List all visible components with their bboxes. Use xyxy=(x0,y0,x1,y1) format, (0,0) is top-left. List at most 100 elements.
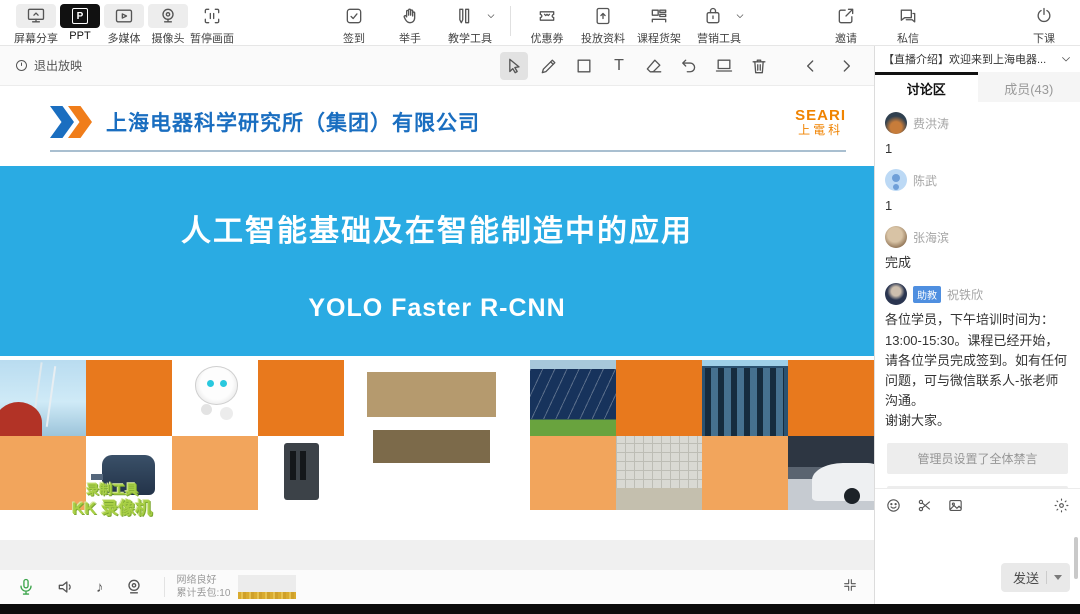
orange-tile-light xyxy=(530,436,616,510)
pause-screen-label: 暂停画面 xyxy=(190,30,234,46)
tab-discussion[interactable]: 讨论区 xyxy=(875,72,978,102)
invite-button[interactable]: 邀请 xyxy=(824,4,868,46)
music-button[interactable]: ♪ xyxy=(96,579,104,596)
ppt-button[interactable]: P PPT xyxy=(58,4,102,42)
end-class-button[interactable]: 下课 xyxy=(1022,4,1066,46)
chat-sidebar: 【直播介绍】欢迎来到上海电器... 讨论区 成员(43) 费洪涛 1 xyxy=(874,46,1080,604)
stage-background xyxy=(0,540,874,570)
chat-input-area: 发送 xyxy=(875,488,1080,604)
chat-message: 张海滨 完成 xyxy=(885,226,1070,273)
microphone-button[interactable] xyxy=(16,577,36,597)
end-class-icon xyxy=(1024,4,1064,28)
private-message-label: 私信 xyxy=(897,30,919,46)
camera-icon xyxy=(148,4,188,28)
orange-tile xyxy=(616,360,702,436)
toolbar-middle-group: 签到 举手 教学工具 xyxy=(326,4,751,46)
webcam-button[interactable] xyxy=(124,577,144,597)
status-divider xyxy=(164,577,165,597)
next-page-button[interactable] xyxy=(832,52,860,80)
chat-message-list[interactable]: 费洪涛 1 陈武 1 张海滨 完成 xyxy=(875,102,1080,488)
sender-name: 张海滨 xyxy=(913,229,949,246)
screenshot-scissors-button[interactable] xyxy=(916,497,933,519)
pencil-tool-button[interactable] xyxy=(535,52,563,80)
exit-presentation-button[interactable]: 退出放映 xyxy=(14,57,82,74)
avatar xyxy=(885,112,907,134)
chevron-down-icon xyxy=(735,11,745,21)
orange-tile xyxy=(788,360,874,436)
raise-hand-icon xyxy=(390,4,430,28)
sender-name: 祝铁欣 xyxy=(947,286,983,303)
network-status-line: 网络良好 xyxy=(177,574,231,587)
select-tool-button[interactable] xyxy=(500,52,528,80)
sender-name: 费洪涛 xyxy=(913,115,949,132)
rectangle-tool-button[interactable] xyxy=(570,52,598,80)
chat-text-input[interactable] xyxy=(875,521,1080,563)
course-shelf-button[interactable]: 课程货架 xyxy=(637,4,681,46)
invite-label: 邀请 xyxy=(835,30,857,46)
raise-hand-button[interactable]: 举手 xyxy=(388,4,432,46)
text-tool-button[interactable]: T xyxy=(605,52,633,80)
exit-presentation-label: 退出放映 xyxy=(34,57,82,74)
slide-banner: 人工智能基础及在智能制造中的应用 YOLO Faster R-CNN xyxy=(0,166,874,356)
send-label: 发送 xyxy=(1013,568,1039,587)
private-message-button[interactable]: 私信 xyxy=(886,4,930,46)
stage-bar: 退出放映 T xyxy=(0,46,874,86)
orange-tile xyxy=(86,360,172,436)
network-status: 网络良好 累计丢包:10 xyxy=(177,574,231,600)
sidebar-tabs: 讨论区 成员(43) xyxy=(875,72,1080,102)
marketing-tools-label: 营销工具 xyxy=(697,30,741,46)
send-button[interactable]: 发送 xyxy=(1001,563,1070,592)
avatar xyxy=(885,283,907,305)
seari-logo-text: SEARI xyxy=(795,108,846,124)
pause-screen-button[interactable]: 暂停画面 xyxy=(190,4,234,46)
pause-screen-icon xyxy=(192,4,232,28)
multimedia-label: 多媒体 xyxy=(108,30,141,46)
end-class-label: 下课 xyxy=(1033,30,1055,46)
sign-in-icon xyxy=(334,4,374,28)
emoji-button[interactable] xyxy=(885,497,902,519)
chat-message: 费洪涛 1 xyxy=(885,112,1070,159)
message-text: 完成 xyxy=(885,253,1070,273)
collapse-fullscreen-button[interactable] xyxy=(842,577,858,598)
orange-tile xyxy=(258,360,344,436)
multimedia-button[interactable]: 多媒体 xyxy=(102,4,146,46)
prev-page-button[interactable] xyxy=(797,52,825,80)
marketing-tools-button[interactable]: 营销工具 xyxy=(693,4,745,46)
chat-settings-gear-button[interactable] xyxy=(1053,497,1070,519)
eraser-tool-button[interactable] xyxy=(640,52,668,80)
screen-share-icon xyxy=(16,4,56,28)
watermark-line1: 录制工具 xyxy=(72,482,152,498)
send-options-caret-icon[interactable] xyxy=(1054,575,1062,580)
materials-button[interactable]: 投放资料 xyxy=(581,4,625,46)
tab-members[interactable]: 成员(43) xyxy=(978,72,1080,102)
teaching-tools-button[interactable]: 教学工具 xyxy=(444,4,496,46)
recorder-watermark: 录制工具 KK 录像机 xyxy=(72,482,152,520)
undo-button[interactable] xyxy=(675,52,703,80)
packet-loss-line: 累计丢包:10 xyxy=(177,587,231,600)
photo-circuit-breaker xyxy=(258,436,344,510)
multimedia-icon xyxy=(104,4,144,28)
clear-trash-button[interactable] xyxy=(745,52,773,80)
slide-title: 人工智能基础及在智能制造中的应用 xyxy=(181,206,693,250)
sign-in-button[interactable]: 签到 xyxy=(332,4,376,46)
live-intro-banner[interactable]: 【直播介绍】欢迎来到上海电器... xyxy=(875,46,1080,72)
raise-hand-label: 举手 xyxy=(399,30,421,46)
main-area: 退出放映 T 上 xyxy=(0,46,874,604)
whiteboard-button[interactable] xyxy=(710,52,738,80)
photo-test-equipment xyxy=(702,360,788,436)
speaker-button[interactable] xyxy=(56,577,76,597)
coupon-button[interactable]: 优惠券 xyxy=(525,4,569,46)
course-shelf-icon xyxy=(639,4,679,28)
sidebar-scrollbar[interactable] xyxy=(1074,537,1078,579)
message-text: 1 xyxy=(885,196,1070,216)
screen-share-button[interactable]: 屏幕分享 xyxy=(14,4,58,46)
ppt-icon: P xyxy=(60,4,100,28)
camera-button[interactable]: 摄像头 xyxy=(146,4,190,46)
message-text: 1 xyxy=(885,139,1070,159)
double-chevron-icon xyxy=(50,106,92,138)
chat-message: 陈武 1 xyxy=(885,169,1070,216)
materials-label: 投放资料 xyxy=(581,30,625,46)
image-button[interactable] xyxy=(947,497,964,519)
slide-subtitle: YOLO Faster R-CNN xyxy=(308,294,565,323)
photo-institute-building xyxy=(344,360,529,510)
